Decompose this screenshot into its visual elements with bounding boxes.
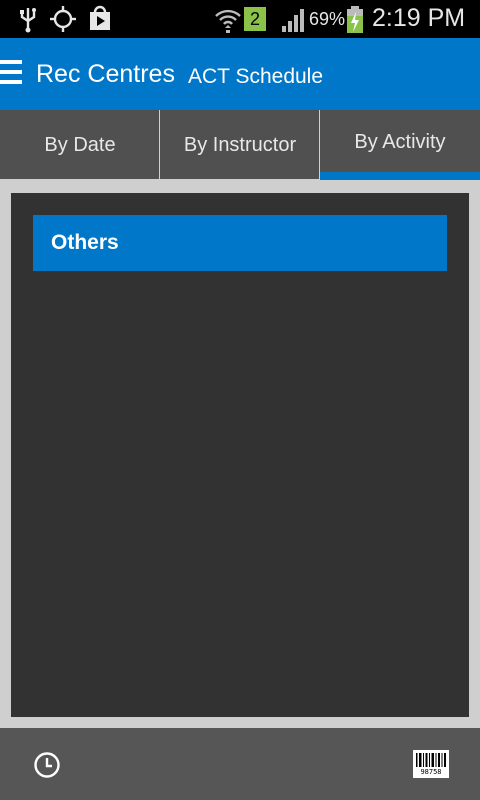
bottom-bar: 98758 bbox=[0, 728, 480, 800]
signal-icon bbox=[282, 9, 304, 32]
tab-label: By Date bbox=[44, 133, 116, 156]
app-subtitle: ACT Schedule bbox=[188, 65, 324, 88]
status-time: 2:19 PM bbox=[372, 4, 466, 32]
tab-label: By Instructor bbox=[183, 133, 297, 156]
activity-list-panel: Others bbox=[11, 193, 469, 717]
usb-icon bbox=[20, 8, 36, 33]
category-label: Others bbox=[51, 231, 119, 254]
barcode-number: 98758 bbox=[420, 768, 442, 776]
battery-percent: 69% bbox=[309, 9, 346, 29]
wifi-icon bbox=[215, 9, 241, 33]
tab-bar: By Date By Instructor By Activity bbox=[0, 110, 480, 180]
tab-label: By Activity bbox=[354, 130, 446, 153]
selected-tab-indicator bbox=[320, 172, 480, 180]
tab-by-activity[interactable]: By Activity bbox=[319, 110, 480, 180]
tab-by-instructor[interactable]: By Instructor bbox=[159, 110, 320, 180]
menu-icon[interactable] bbox=[0, 60, 22, 88]
sim-2-icon: 2 bbox=[244, 7, 266, 31]
status-bar: 2 69% 2:19 PM bbox=[0, 0, 480, 38]
gps-icon bbox=[50, 6, 76, 32]
app-title: Rec Centres bbox=[36, 60, 175, 88]
app-bar: Rec Centres ACT Schedule bbox=[0, 38, 480, 110]
play-store-icon bbox=[90, 5, 110, 30]
tab-by-date[interactable]: By Date bbox=[0, 110, 160, 180]
battery-charging-icon bbox=[347, 6, 363, 33]
tab-divider bbox=[0, 179, 320, 180]
barcode-icon[interactable]: 98758 bbox=[413, 750, 449, 778]
sim-badge-label: 2 bbox=[249, 9, 260, 29]
clock-icon[interactable] bbox=[33, 751, 61, 779]
list-item-category[interactable]: Others bbox=[33, 215, 447, 271]
